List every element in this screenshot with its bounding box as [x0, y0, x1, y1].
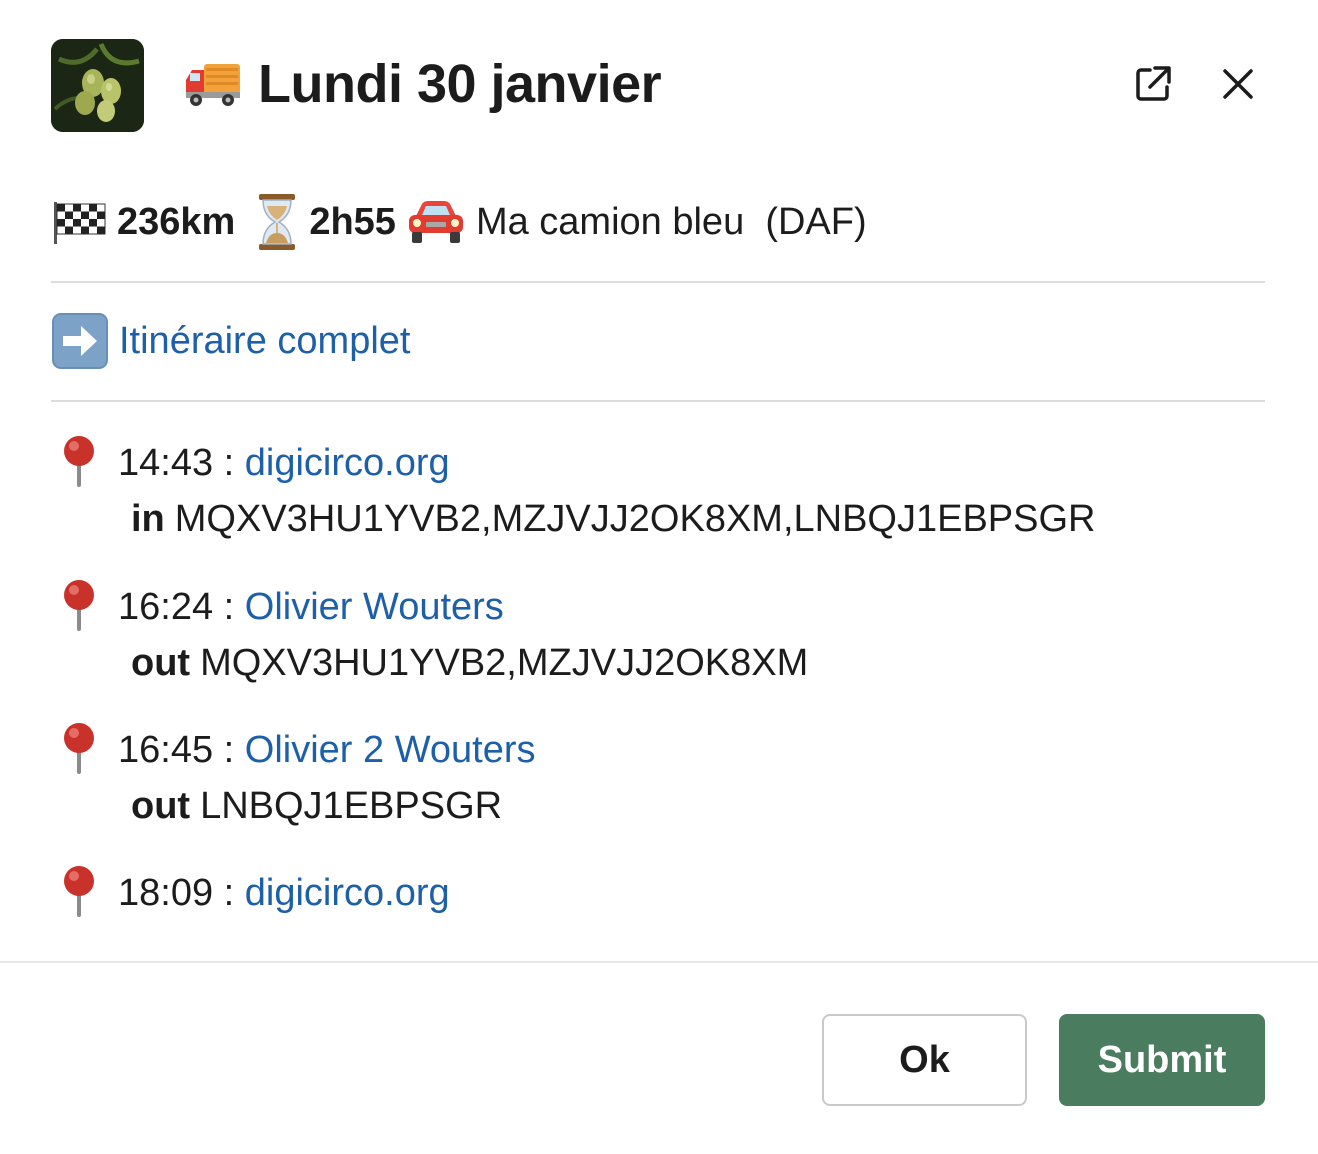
round-pushpin-icon — [57, 865, 101, 929]
stop-action: out — [131, 641, 191, 684]
duration-value: 2h55 — [309, 200, 396, 243]
divider — [51, 281, 1265, 283]
checkered-flag-icon — [51, 200, 107, 244]
trip-summary: 236km 2h55 Ma camion bleu (DAF) — [51, 190, 867, 254]
distance-value: 236km — [117, 200, 236, 243]
close-button[interactable] — [1214, 60, 1262, 108]
stop-separator: : — [213, 728, 245, 771]
red-car-icon — [406, 198, 466, 246]
stop-place-link[interactable]: digicirco.org — [245, 872, 450, 915]
delivery-truck-icon — [184, 60, 242, 108]
stop-time: 16:24 — [118, 585, 214, 628]
app-avatar — [51, 39, 144, 132]
stop-codes: MQXV3HU1YVB2,MZJVJJ2OK8XM,LNBQJ1EBPSGR — [174, 497, 1096, 540]
stop-time: 14:43 — [118, 441, 214, 484]
stop-codes: LNBQJ1EBPSGR — [200, 784, 503, 827]
stop-place-link[interactable]: digicirco.org — [245, 442, 450, 485]
stop-separator: : — [213, 585, 245, 628]
stop-separator: : — [213, 871, 245, 914]
open-in-new-window-icon — [1136, 66, 1171, 101]
round-pushpin-icon — [57, 722, 101, 786]
round-pushpin-icon — [57, 579, 101, 643]
modal-title: Lundi 30 janvier — [184, 54, 662, 114]
stop-time: 18:09 — [118, 871, 214, 914]
ok-button[interactable]: Ok — [822, 1014, 1027, 1106]
itinerary-row: Itinéraire complet — [51, 312, 410, 370]
open-in-new-window-button[interactable] — [1129, 60, 1177, 108]
divider — [51, 400, 1265, 402]
stop-place-link[interactable]: Olivier 2 Wouters — [245, 729, 536, 772]
modal-header: Lundi 30 janvier — [51, 38, 1265, 132]
footer-divider — [0, 961, 1318, 963]
stop-action: in — [131, 497, 165, 540]
stop-time: 16:45 — [118, 728, 214, 771]
full-itinerary-link[interactable]: Itinéraire complet — [119, 320, 410, 363]
close-icon — [1223, 69, 1253, 99]
title-text: Lundi 30 janvier — [258, 54, 662, 114]
right-arrow-icon — [51, 312, 109, 370]
stop-separator: : — [213, 441, 245, 484]
stop-action: out — [131, 784, 191, 827]
hourglass-icon — [255, 193, 299, 251]
stop-codes: MQXV3HU1YVB2,MZJVJJ2OK8XM — [200, 641, 809, 684]
vehicle-name: Ma camion bleu (DAF) — [475, 200, 867, 243]
stop-place-link[interactable]: Olivier Wouters — [245, 586, 504, 629]
round-pushpin-icon — [57, 435, 101, 499]
submit-button[interactable]: Submit — [1059, 1014, 1265, 1106]
